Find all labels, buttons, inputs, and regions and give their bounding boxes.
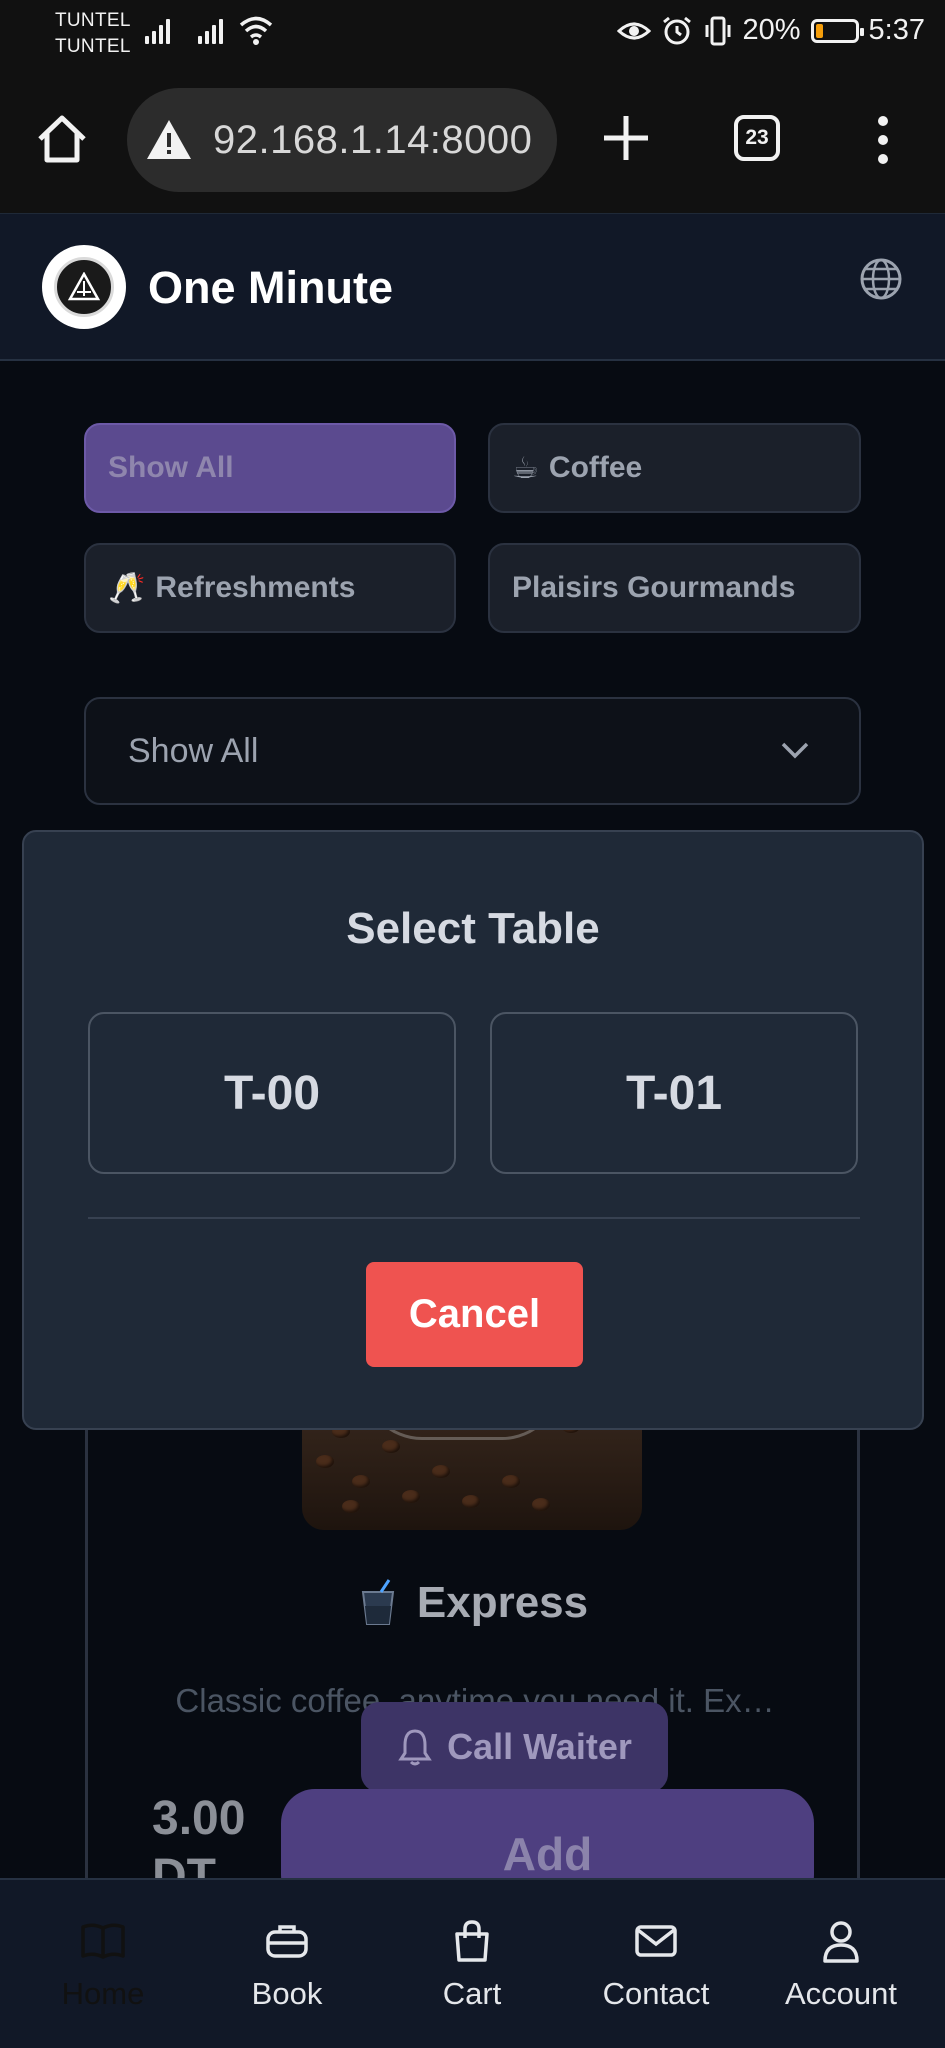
select-value: Show All (128, 731, 259, 770)
table-button-t-00[interactable]: T-00 (88, 1012, 456, 1174)
carrier-1: TUNTEL (55, 10, 131, 31)
book-icon (81, 1923, 125, 1959)
filter-show-all[interactable]: Show All (84, 423, 456, 513)
select-table-modal: Select Table T-00 T-01 Cancel (22, 830, 924, 1430)
globe-icon[interactable] (858, 256, 904, 302)
battery-icon (810, 18, 864, 43)
vibrate-icon (705, 16, 730, 45)
chevron-down-icon (781, 742, 809, 759)
modal-divider (88, 1217, 860, 1219)
nav-label: Cart (442, 1976, 502, 2011)
tab-switcher-button[interactable]: 23 (734, 115, 780, 161)
mail-icon (635, 1925, 677, 1957)
alarm-icon (662, 16, 691, 44)
battery-fill (815, 23, 824, 38)
nav-account[interactable]: Account (751, 1880, 931, 2048)
champagne-icon: 🥂 (108, 571, 146, 605)
call-waiter-button[interactable]: Call Waiter (361, 1702, 668, 1792)
eye-icon (616, 22, 651, 39)
table-button-t-01[interactable]: T-01 (490, 1012, 858, 1174)
address-bar[interactable]: 92.168.1.14:8000 (127, 88, 557, 192)
product-title: Express (0, 1578, 945, 1628)
table-label: T-00 (223, 1066, 321, 1120)
browser-toolbar: 92.168.1.14:8000 23 (0, 68, 945, 213)
filter-label: Coffee (548, 451, 643, 484)
filter-label: Refreshments (155, 571, 356, 604)
filter-refreshments[interactable]: 🥂 Refreshments (84, 543, 456, 633)
cancel-label: Cancel (408, 1292, 541, 1336)
nav-contact[interactable]: Contact (566, 1880, 746, 2048)
url-text[interactable]: 92.168.1.14:8000 (213, 118, 532, 163)
cancel-button[interactable]: Cancel (366, 1262, 583, 1367)
bottom-navigation: Home Book Cart Contact Account (0, 1878, 945, 2048)
signal-icon (145, 14, 170, 44)
status-bar: TUNTEL TUNTEL 20% 5:37 (0, 0, 945, 68)
status-indicators: 20% 5:37 (616, 14, 925, 47)
product-name: Express (416, 1578, 589, 1627)
nav-label: Book (251, 1976, 323, 2011)
nav-label: Contact (602, 1976, 710, 2011)
filter-label: Plaisirs Gourmands (512, 571, 796, 604)
carrier-2: TUNTEL (55, 36, 131, 57)
warning-icon (147, 120, 191, 159)
new-tab-icon[interactable] (598, 110, 654, 166)
clock: 5:37 (868, 14, 925, 46)
wifi-icon (239, 16, 273, 45)
coffee-icon: ☕ (512, 451, 539, 485)
shopping-bag-icon (455, 1920, 489, 1962)
brand-name[interactable]: One Minute (148, 262, 393, 314)
table-label: T-01 (625, 1066, 723, 1120)
brand-logo[interactable] (42, 245, 126, 329)
filter-label: Show All (108, 451, 234, 484)
nav-cart[interactable]: Cart (382, 1880, 562, 2048)
user-icon (823, 1921, 859, 1963)
nav-book[interactable]: Book (197, 1880, 377, 2048)
home-icon[interactable] (34, 111, 90, 167)
tab-count: 23 (745, 126, 769, 149)
battery-percent: 20% (742, 14, 801, 46)
add-label: Add (502, 1828, 593, 1880)
call-waiter-label: Call Waiter (447, 1726, 632, 1767)
nav-label: Home (61, 1976, 145, 2011)
filter-plaisirs-gourmands[interactable]: Plaisirs Gourmands (488, 543, 861, 633)
briefcase-icon (266, 1925, 308, 1958)
drink-icon (361, 1579, 395, 1625)
filter-coffee[interactable]: ☕ Coffee (488, 423, 861, 513)
signal-icon (198, 14, 223, 44)
product-price: 3.00 DT (152, 1792, 246, 1878)
nav-home[interactable]: Home (13, 1880, 193, 2048)
bell-icon (398, 1729, 432, 1766)
logo-emblem-icon (67, 272, 101, 301)
modal-title: Select Table (346, 904, 600, 953)
site-header: One Minute (0, 213, 945, 361)
category-select[interactable]: Show All (84, 697, 861, 805)
carrier-labels: TUNTEL TUNTEL (55, 8, 131, 60)
nav-label: Account (784, 1976, 897, 2011)
browser-menu-button[interactable] (868, 112, 898, 168)
